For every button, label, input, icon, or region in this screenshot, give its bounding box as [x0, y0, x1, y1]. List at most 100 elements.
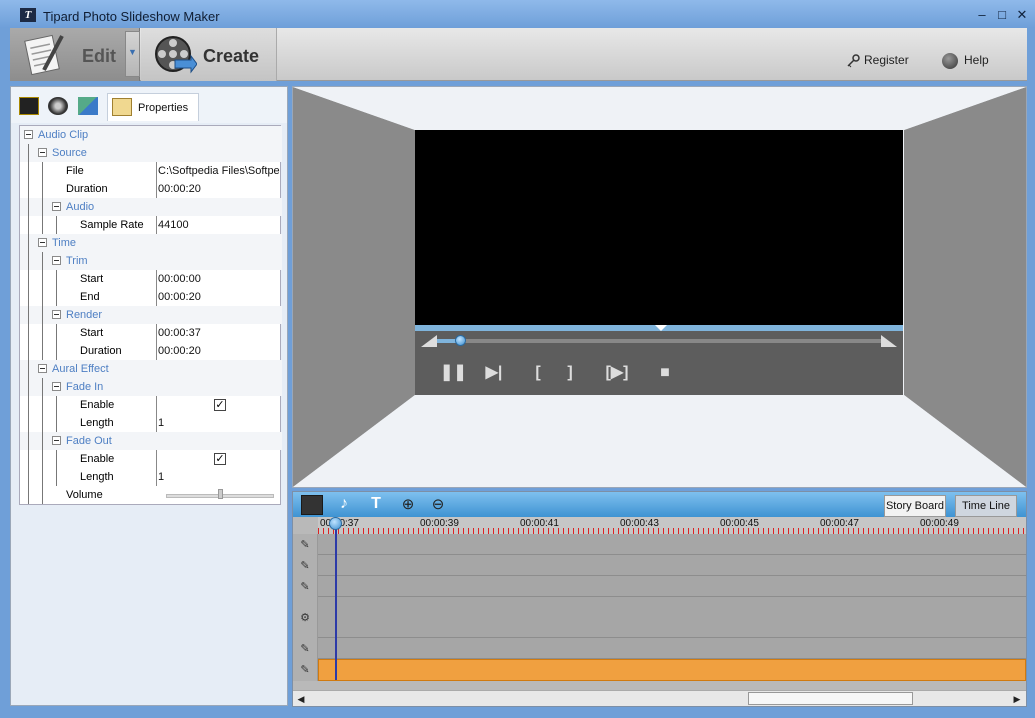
transition-track[interactable] [318, 597, 1026, 638]
tree-line [28, 306, 29, 324]
progress-track[interactable] [433, 339, 885, 343]
property-group-row[interactable]: Source [20, 144, 282, 162]
property-row[interactable]: Duration 00:00:20 [20, 180, 282, 198]
pencil-icon[interactable]: ✎ [297, 537, 313, 553]
property-value[interactable]: 1 [158, 471, 280, 483]
property-row[interactable]: Sample Rate 44100 [20, 216, 282, 234]
enable-checkbox[interactable]: ✓ [214, 399, 226, 411]
add-video-icon[interactable] [301, 495, 323, 515]
edit-dropdown-button[interactable]: ▼ [125, 31, 140, 77]
pause-button[interactable]: ❚❚ [440, 363, 467, 383]
property-value[interactable]: 1 [158, 417, 280, 429]
audio-disc-icon[interactable] [48, 97, 68, 115]
property-group-row[interactable]: Render [20, 306, 282, 324]
tree-line [28, 144, 29, 162]
edit-tab[interactable]: Edit ▼ [10, 28, 140, 81]
property-group-row[interactable]: Audio [20, 198, 282, 216]
volume-slider-thumb[interactable] [218, 489, 223, 499]
time-ruler[interactable]: 00:00:3700:00:3900:00:4100:00:4300:00:45… [318, 517, 1026, 534]
audio-track[interactable] [318, 659, 1026, 681]
image-export-icon[interactable] [78, 97, 98, 115]
column-divider [156, 396, 157, 414]
property-value[interactable]: 44100 [158, 219, 280, 231]
property-row[interactable]: Enable ✓ [20, 396, 282, 414]
property-row[interactable]: Duration 00:00:20 [20, 342, 282, 360]
collapse-icon[interactable] [38, 148, 47, 157]
collapse-icon[interactable] [52, 382, 61, 391]
property-row[interactable]: File C:\Softpedia Files\Softpe [20, 162, 282, 180]
collapse-icon[interactable] [52, 310, 61, 319]
mark-in-button[interactable]: [ [528, 363, 548, 383]
horizontal-scrollbar[interactable]: ◀ ▶ [293, 690, 1026, 706]
tree-line [42, 162, 43, 180]
help-button[interactable]: Help [964, 53, 989, 67]
collapse-icon[interactable] [52, 436, 61, 445]
time-line-button[interactable]: Time Line [955, 495, 1017, 517]
pencil-icon[interactable]: ✎ [297, 558, 313, 574]
property-row[interactable]: Volume [20, 486, 282, 504]
film-strip-icon[interactable] [19, 97, 39, 115]
enable-checkbox[interactable]: ✓ [214, 453, 226, 465]
create-tab[interactable]: Create [141, 28, 277, 81]
property-value[interactable]: 00:00:20 [158, 291, 280, 303]
property-label: Aural Effect [52, 363, 109, 375]
property-group-row[interactable]: Time [20, 234, 282, 252]
add-music-icon[interactable]: ♪ [333, 495, 355, 515]
collapse-icon[interactable] [52, 202, 61, 211]
play-selection-button[interactable]: [▶] [604, 363, 630, 383]
property-value[interactable]: 00:00:00 [158, 273, 280, 285]
video-track[interactable] [318, 534, 1026, 555]
property-group-row[interactable]: Trim [20, 252, 282, 270]
music-track[interactable] [318, 555, 1026, 576]
text-track[interactable] [318, 576, 1026, 597]
property-row[interactable]: Length 1 [20, 468, 282, 486]
scroll-right-icon[interactable]: ▶ [1011, 693, 1023, 705]
story-board-button[interactable]: Story Board [884, 495, 946, 517]
minimize-button[interactable]: – [974, 8, 990, 22]
progress-thumb[interactable] [455, 335, 466, 346]
property-group-row[interactable]: Fade In [20, 378, 282, 396]
collapse-icon[interactable] [24, 130, 33, 139]
property-row[interactable]: End 00:00:20 [20, 288, 282, 306]
pencil-icon[interactable]: ✎ [297, 641, 313, 657]
collapse-icon[interactable] [38, 238, 47, 247]
playhead-handle[interactable] [329, 517, 342, 530]
collapse-icon[interactable] [38, 364, 47, 373]
property-row[interactable]: Enable ✓ [20, 450, 282, 468]
pencil-icon[interactable]: ✎ [297, 662, 313, 678]
app-logo-icon: T [20, 8, 36, 22]
scrollbar-thumb[interactable] [748, 692, 913, 705]
mark-out-button[interactable]: ] [560, 363, 580, 383]
collapse-icon[interactable] [52, 256, 61, 265]
effect-track[interactable] [318, 638, 1026, 659]
zoom-out-icon[interactable]: ⊖ [427, 495, 449, 515]
register-button[interactable]: Register [864, 53, 909, 67]
tab-properties[interactable]: Properties [107, 93, 199, 121]
property-value[interactable]: 00:00:20 [158, 345, 280, 357]
property-group-row[interactable]: Audio Clip [20, 126, 282, 144]
scroll-left-icon[interactable]: ◀ [295, 693, 307, 705]
property-value[interactable]: 00:00:20 [158, 183, 280, 195]
film-reel-icon[interactable]: ⚙ [297, 610, 313, 626]
tree-line [56, 288, 57, 306]
property-row[interactable]: Start 00:00:00 [20, 270, 282, 288]
tree-line [28, 180, 29, 198]
column-divider [156, 414, 157, 432]
property-group-row[interactable]: Aural Effect [20, 360, 282, 378]
zoom-in-icon[interactable]: ⊕ [397, 495, 419, 515]
property-value[interactable]: C:\Softpedia Files\Softpe [158, 165, 280, 177]
pencil-icon[interactable]: ✎ [297, 579, 313, 595]
property-value[interactable]: 00:00:37 [158, 327, 280, 339]
property-row[interactable]: Start 00:00:37 [20, 324, 282, 342]
ruler-time-label: 00:00:47 [820, 518, 859, 529]
next-frame-button[interactable]: ▶| [484, 363, 504, 383]
tree-line [42, 450, 43, 468]
stop-button[interactable]: ■ [655, 363, 675, 383]
property-row[interactable]: Length 1 [20, 414, 282, 432]
close-button[interactable]: ✕ [1014, 8, 1030, 22]
property-group-row[interactable]: Fade Out [20, 432, 282, 450]
chevron-down-icon: ▼ [128, 47, 137, 57]
property-label: Trim [66, 255, 88, 267]
maximize-button[interactable]: □ [994, 8, 1010, 22]
add-text-icon[interactable]: T [365, 495, 387, 515]
